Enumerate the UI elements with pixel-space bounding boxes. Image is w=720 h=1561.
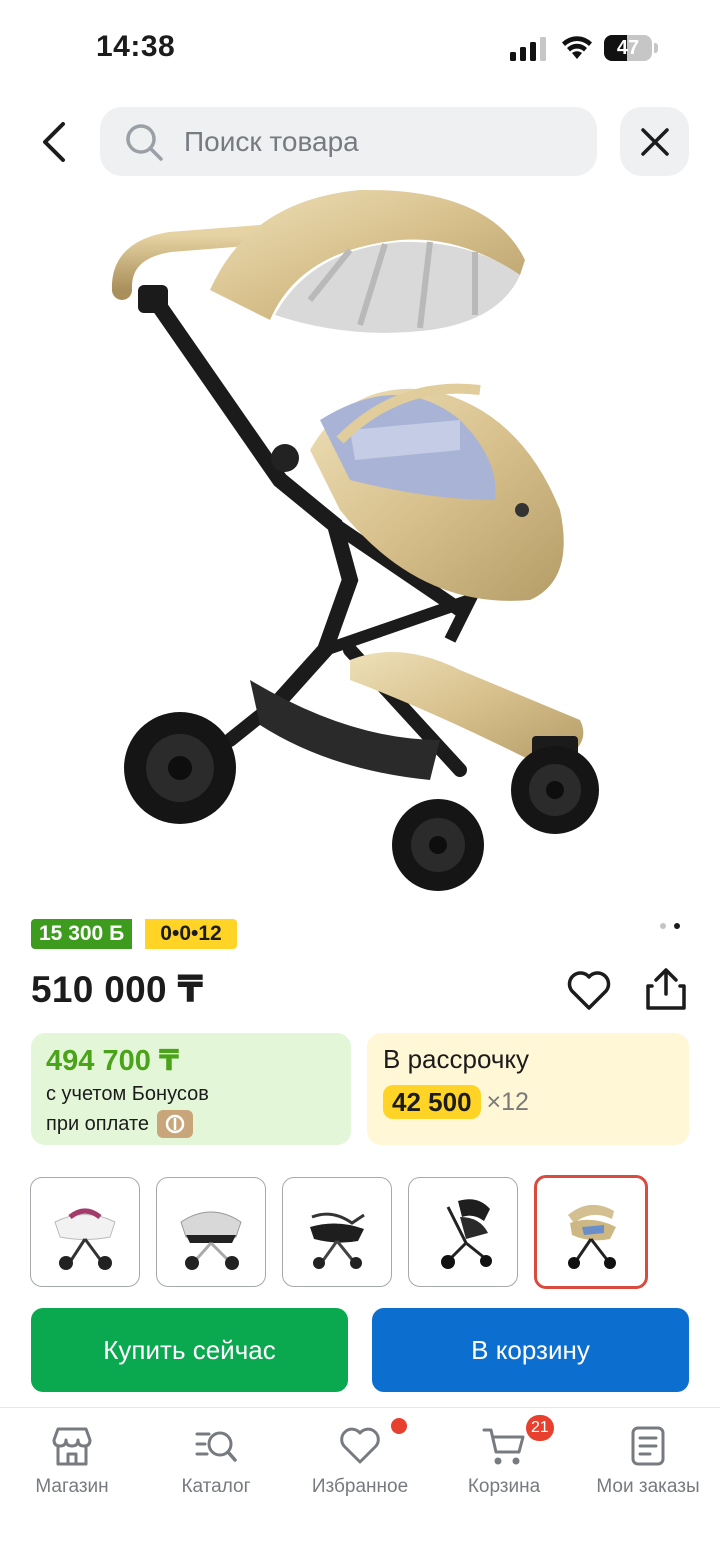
cart-icon — [482, 1428, 525, 1465]
product-price: 510 000 ₸ — [31, 969, 204, 1010]
store-icon — [52, 1427, 92, 1466]
thumb-champagne[interactable] — [534, 1175, 648, 1289]
back-button[interactable] — [28, 114, 80, 170]
installment-badge: 0•0•12 — [145, 919, 237, 949]
installment-title: В рассрочку — [383, 1044, 530, 1074]
nav-item-orders[interactable]: Мои заказы — [576, 1408, 720, 1518]
search-input[interactable]: Поиск товара — [100, 107, 597, 176]
orders-icon — [631, 1426, 665, 1466]
search-placeholder: Поиск товара — [184, 125, 359, 157]
share-icon[interactable] — [644, 966, 688, 1012]
notification-dot — [391, 1418, 407, 1434]
thumb-black-seat[interactable] — [408, 1177, 518, 1287]
heart-icon — [340, 1427, 380, 1464]
status-bar: 14:38 47 — [0, 0, 720, 96]
installment-card[interactable]: В рассрочку 42 500 ×12 — [367, 1033, 689, 1145]
cellular-signal-icon — [510, 37, 546, 61]
nav-label: Избранное — [311, 1476, 409, 1497]
bonus-note-line2: при оплате — [46, 1109, 336, 1139]
nav-item-favorites[interactable]: Избранное — [288, 1408, 432, 1518]
bonus-price-card[interactable]: 494 700 ₸ с учетом Бонусов при оплате — [31, 1033, 351, 1145]
nav-label: Каталог — [181, 1476, 251, 1497]
bonus-price: 494 700 ₸ — [46, 1045, 180, 1077]
battery-level: 47 — [616, 37, 640, 59]
add-to-cart-button[interactable]: В корзину — [372, 1308, 689, 1392]
installment-amount: 42 500 — [383, 1085, 481, 1119]
installment-months: ×12 — [486, 1087, 529, 1116]
stroller-thumbnail-icon — [310, 1212, 365, 1269]
thumb-black-carrycot[interactable] — [282, 1177, 392, 1287]
stroller-thumbnail-icon — [441, 1199, 492, 1269]
cart-count-badge: 21 — [526, 1415, 554, 1441]
bonus-badge: 15 300 Б — [31, 919, 133, 949]
stroller-thumbnail-icon — [180, 1211, 242, 1270]
search-icon — [126, 123, 163, 161]
stroller-thumbnail-icon — [568, 1204, 616, 1269]
close-icon — [640, 127, 669, 156]
bottom-nav: Магазин Каталог Избранное 21 Корзина Мои… — [0, 1407, 720, 1561]
catalog-search-icon — [195, 1431, 237, 1462]
nav-item-store[interactable]: Магазин — [0, 1408, 144, 1518]
wifi-icon — [562, 36, 592, 59]
status-time: 14:38 — [96, 30, 176, 63]
thumb-white-pink[interactable] — [30, 1177, 140, 1287]
product-image[interactable] — [100, 180, 620, 910]
favorite-heart-icon[interactable] — [566, 968, 612, 1014]
pagination-dot — [674, 923, 680, 929]
buy-now-button[interactable]: Купить сейчас — [31, 1308, 348, 1392]
nav-label: Корзина — [467, 1476, 541, 1497]
close-button[interactable] — [620, 107, 689, 176]
nav-label: Мои заказы — [596, 1476, 700, 1497]
payment-app-icon — [157, 1110, 194, 1138]
thumb-silver[interactable] — [156, 1177, 266, 1287]
bonus-note-text: при оплате — [46, 1113, 150, 1135]
nav-label: Магазин — [35, 1476, 109, 1497]
gallery-pagination — [658, 920, 684, 932]
chevron-left-icon — [43, 122, 65, 162]
bonus-note-line1: с учетом Бонусов — [46, 1083, 209, 1105]
pagination-dot — [660, 923, 666, 929]
stroller-thumbnail-icon — [54, 1208, 116, 1270]
nav-item-cart[interactable]: 21 Корзина — [432, 1408, 576, 1518]
nav-item-catalog[interactable]: Каталог — [144, 1408, 288, 1518]
battery-icon: 47 — [604, 35, 658, 61]
